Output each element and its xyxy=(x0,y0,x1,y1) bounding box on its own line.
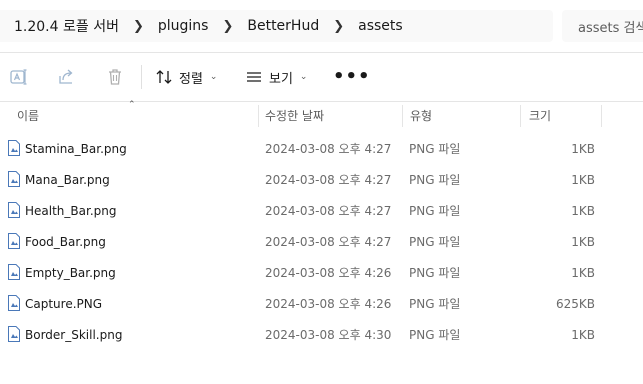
file-date: 2024-03-08 오후 4:30 xyxy=(265,328,392,342)
file-type: PNG 파일 xyxy=(409,235,461,249)
file-date: 2024-03-08 오후 4:27 xyxy=(265,235,392,249)
file-name[interactable]: Food_Bar.png xyxy=(25,226,106,257)
sort-icon xyxy=(156,70,172,84)
png-file-icon xyxy=(8,202,20,218)
file-date: 2024-03-08 오후 4:27 xyxy=(265,142,392,156)
view-label: 보기 xyxy=(269,71,293,87)
file-list: Stamina_Bar.png 2024-03-08 오후 4:27 PNG 파… xyxy=(0,133,643,350)
file-date: 2024-03-08 오후 4:27 xyxy=(265,204,392,218)
sort-ascending-icon: ⌃ xyxy=(128,100,136,110)
chevron-right-icon[interactable]: ❯ xyxy=(133,19,144,34)
breadcrumb-item-server[interactable]: 1.20.4 로플 서버 xyxy=(14,16,119,36)
column-divider[interactable] xyxy=(402,105,403,127)
file-name[interactable]: Capture.PNG xyxy=(25,288,102,319)
file-size: 1KB xyxy=(571,234,595,249)
sort-label: 정렬 xyxy=(179,71,203,87)
png-file-icon xyxy=(8,295,20,311)
delete-icon[interactable] xyxy=(105,67,125,87)
file-name[interactable]: Stamina_Bar.png xyxy=(25,133,127,164)
sort-button[interactable]: 정렬 ⌄ xyxy=(155,63,217,91)
chevron-right-icon[interactable]: ❯ xyxy=(333,19,344,34)
png-file-icon xyxy=(8,264,20,280)
column-divider[interactable] xyxy=(520,105,521,127)
file-type: PNG 파일 xyxy=(409,297,461,311)
column-header-size[interactable]: 크기 xyxy=(529,101,551,129)
breadcrumb-item-plugins[interactable]: plugins xyxy=(158,18,209,34)
file-row[interactable]: Capture.PNG 2024-03-08 오후 4:26 PNG 파일 62… xyxy=(0,288,643,319)
file-size: 1KB xyxy=(571,203,595,218)
file-row[interactable]: Empty_Bar.png 2024-03-08 오후 4:26 PNG 파일 … xyxy=(0,257,643,288)
file-row[interactable]: Health_Bar.png 2024-03-08 오후 4:27 PNG 파일… xyxy=(0,195,643,226)
file-name[interactable]: Mana_Bar.png xyxy=(25,164,110,195)
view-button[interactable]: 보기 ⌄ xyxy=(245,63,307,91)
png-file-icon xyxy=(8,233,20,249)
breadcrumb-item-betterhud[interactable]: BetterHud xyxy=(247,18,319,34)
file-date: 2024-03-08 오후 4:27 xyxy=(265,173,392,187)
more-options-button[interactable]: ••• xyxy=(333,66,371,87)
file-size: 1KB xyxy=(571,141,595,156)
file-size: 1KB xyxy=(571,327,595,342)
breadcrumb-item-assets[interactable]: assets xyxy=(358,18,403,34)
breadcrumb[interactable]: 1.20.4 로플 서버 ❯ plugins ❯ BetterHud ❯ ass… xyxy=(0,10,553,42)
search-placeholder: assets 검색 xyxy=(578,20,643,36)
toolbar-divider xyxy=(141,65,142,89)
share-icon[interactable] xyxy=(57,67,77,87)
file-row[interactable]: Border_Skill.png 2024-03-08 오후 4:30 PNG … xyxy=(0,319,643,350)
png-file-icon xyxy=(8,140,20,156)
chevron-down-icon: ⌄ xyxy=(299,72,308,82)
file-name[interactable]: Border_Skill.png xyxy=(25,319,122,350)
address-bar: 1.20.4 로플 서버 ❯ plugins ❯ BetterHud ❯ ass… xyxy=(0,0,643,52)
file-size: 625KB xyxy=(555,296,595,311)
file-type: PNG 파일 xyxy=(409,204,461,218)
file-row[interactable]: Mana_Bar.png 2024-03-08 오후 4:27 PNG 파일 1… xyxy=(0,164,643,195)
file-row[interactable]: Food_Bar.png 2024-03-08 오후 4:27 PNG 파일 1… xyxy=(0,226,643,257)
column-header-date[interactable]: 수정한 날짜 xyxy=(265,101,324,129)
chevron-right-icon[interactable]: ❯ xyxy=(222,19,233,34)
file-date: 2024-03-08 오후 4:26 xyxy=(265,297,392,311)
column-divider[interactable] xyxy=(601,105,602,127)
file-type: PNG 파일 xyxy=(409,328,461,342)
png-file-icon xyxy=(8,326,20,342)
file-size: 1KB xyxy=(571,265,595,280)
file-date: 2024-03-08 오후 4:26 xyxy=(265,266,392,280)
command-bar: 정렬 ⌄ 보기 ⌄ ••• xyxy=(0,52,643,102)
column-header-type[interactable]: 유형 xyxy=(410,101,432,129)
file-type: PNG 파일 xyxy=(409,173,461,187)
file-size: 1KB xyxy=(571,172,595,187)
view-list-icon xyxy=(247,72,261,82)
file-name[interactable]: Empty_Bar.png xyxy=(25,257,116,288)
column-divider[interactable] xyxy=(258,105,259,127)
png-file-icon xyxy=(8,171,20,187)
column-header-row: ⌃ 이름 수정한 날짜 유형 크기 xyxy=(0,100,643,129)
file-type: PNG 파일 xyxy=(409,266,461,280)
file-row[interactable]: Stamina_Bar.png 2024-03-08 오후 4:27 PNG 파… xyxy=(0,133,643,164)
column-header-name[interactable]: 이름 xyxy=(17,101,39,129)
search-input[interactable]: assets 검색 xyxy=(562,10,643,42)
rename-icon[interactable] xyxy=(9,67,29,87)
chevron-down-icon: ⌄ xyxy=(209,72,218,82)
file-type: PNG 파일 xyxy=(409,142,461,156)
file-name[interactable]: Health_Bar.png xyxy=(25,195,116,226)
